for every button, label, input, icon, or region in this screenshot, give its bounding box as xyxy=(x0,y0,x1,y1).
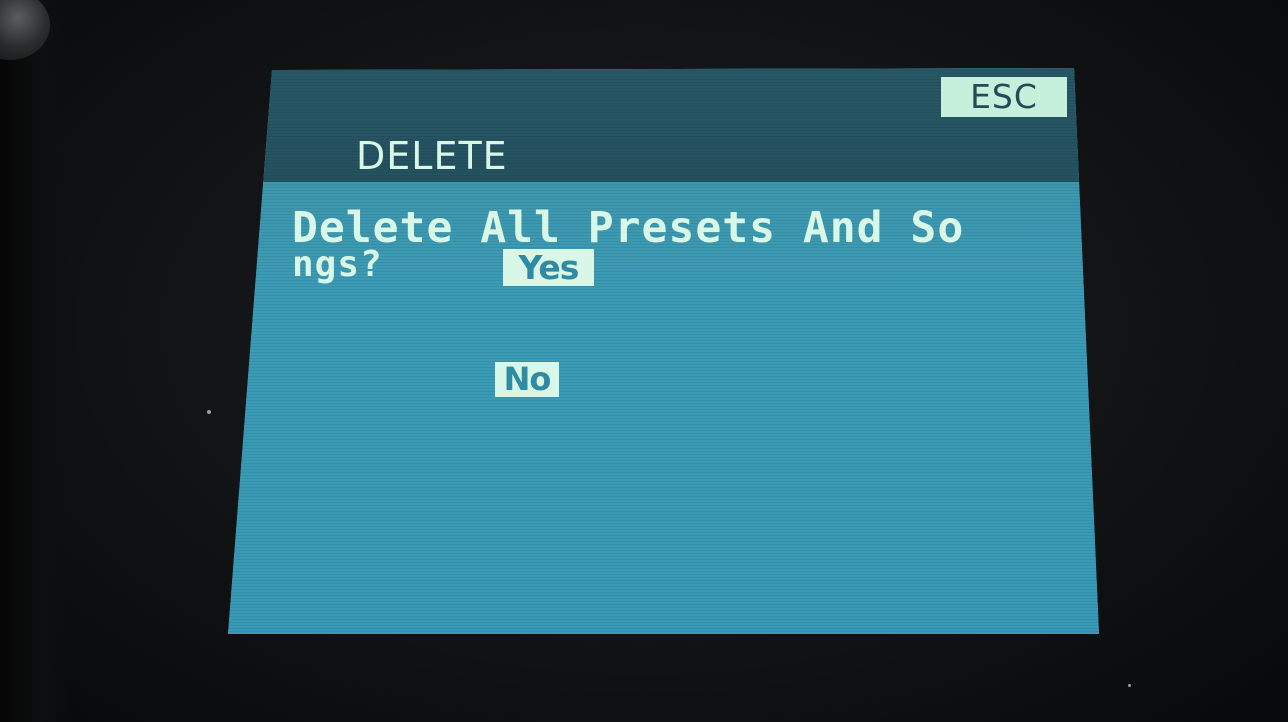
dust-speck xyxy=(207,410,211,414)
prompt-line-1: Delete All Presets And So xyxy=(292,203,965,253)
prompt-line-2: ngs? xyxy=(292,244,383,285)
screen-header xyxy=(228,68,1099,182)
device-panel: ESC DELETE Delete All Presets And So ngs?… xyxy=(0,0,1288,722)
device-bezel xyxy=(0,0,70,722)
delete-prompt: Delete All Presets And So ngs? xyxy=(292,207,1082,285)
esc-button[interactable]: ESC xyxy=(941,77,1067,117)
yes-option[interactable]: Yes xyxy=(503,249,594,286)
page-title: DELETE xyxy=(356,134,508,178)
dust-speck xyxy=(1128,684,1131,687)
lcd-screen: ESC DELETE Delete All Presets And So ngs?… xyxy=(228,68,1099,634)
no-option[interactable]: No xyxy=(495,362,559,397)
